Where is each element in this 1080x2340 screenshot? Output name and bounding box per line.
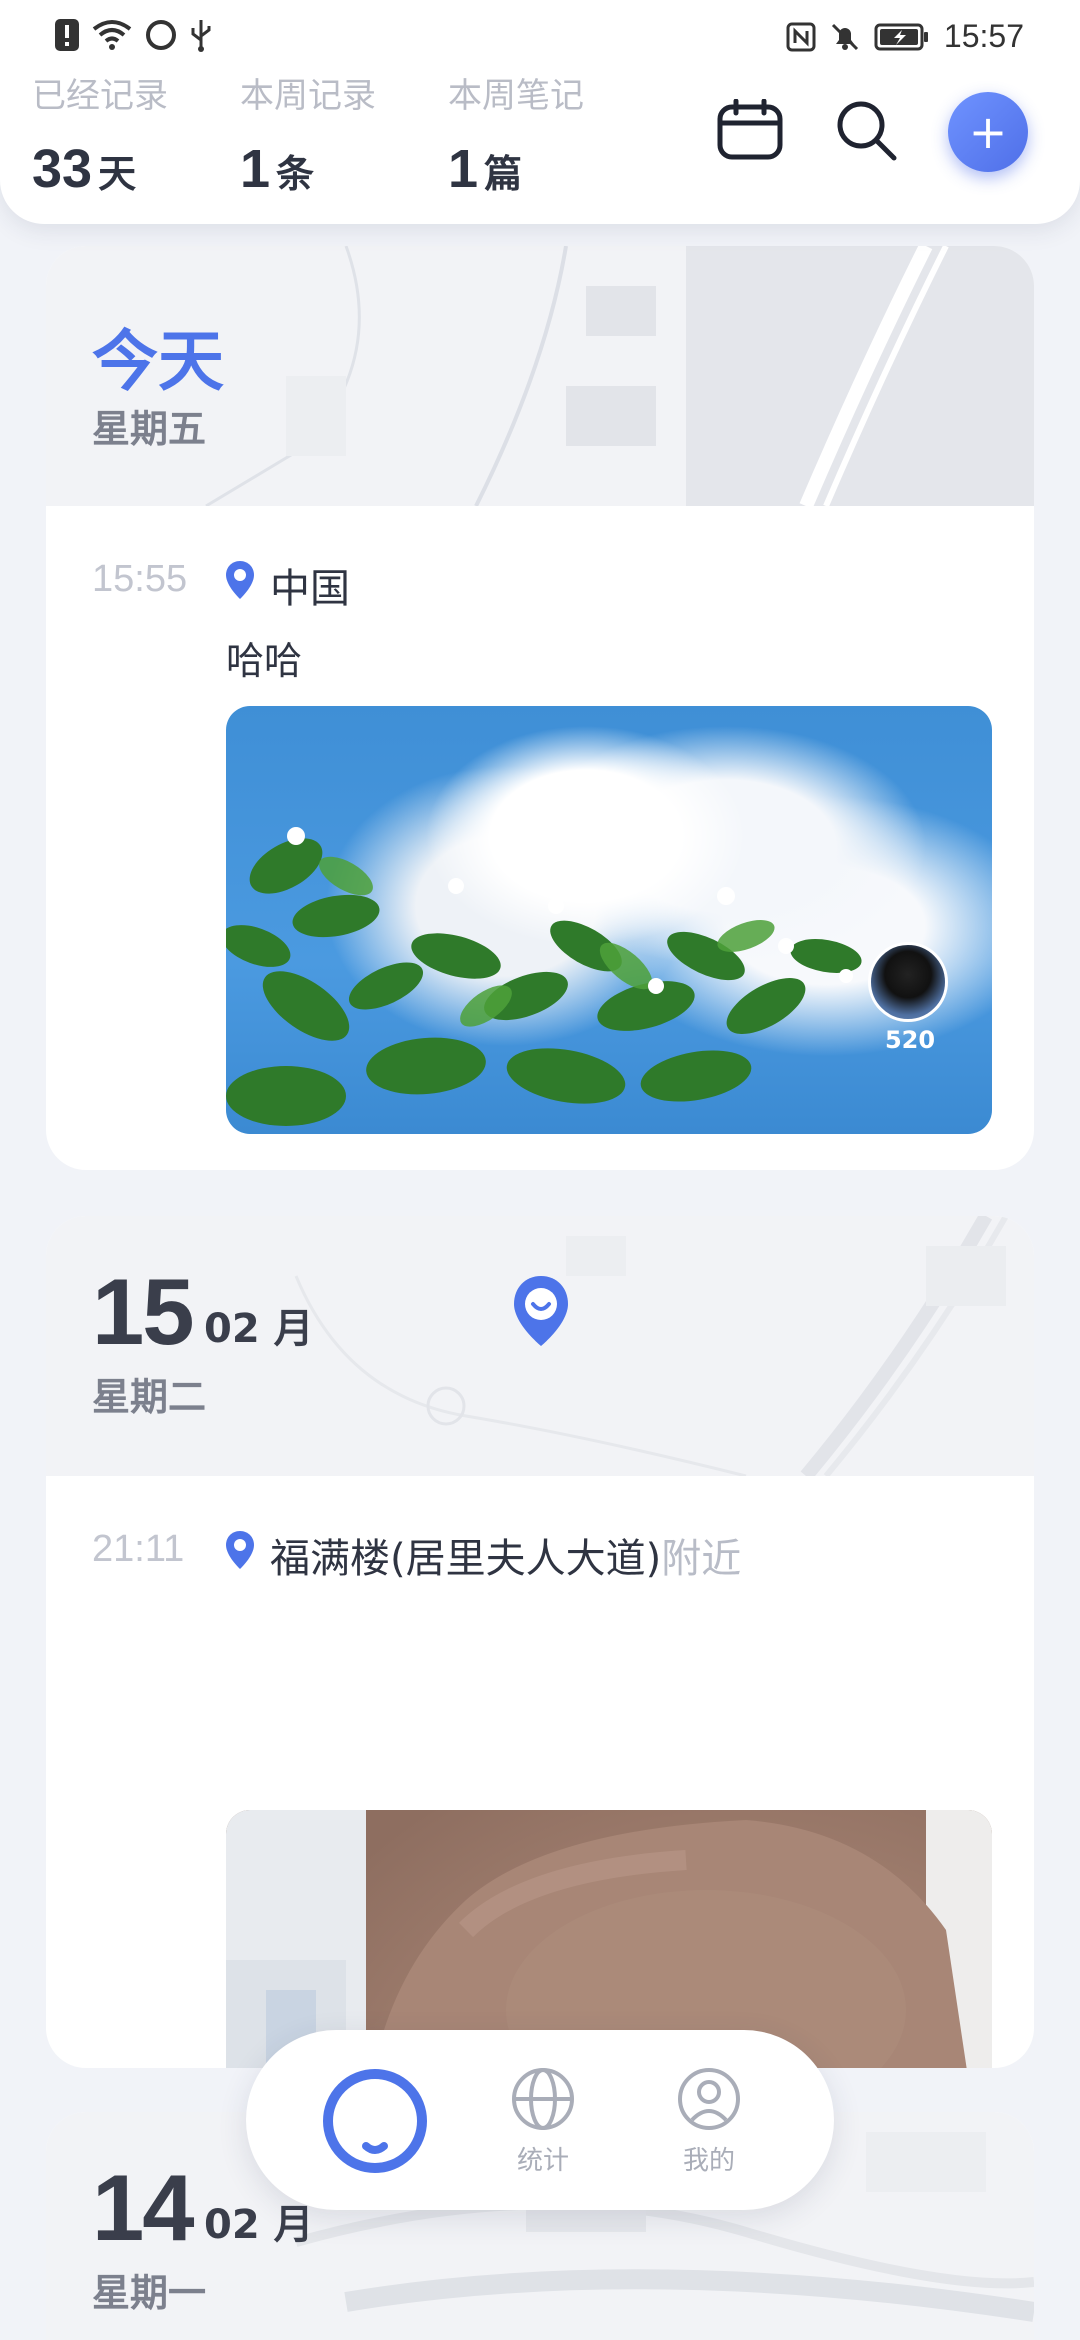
nav-label: 我的 — [682, 2146, 735, 2176]
day-card-today: 今天 星期五 15:55 中国 哈哈 520 — [46, 246, 1034, 1170]
search-icon[interactable] — [834, 98, 898, 166]
avatar — [868, 942, 948, 1022]
calendar-icon[interactable] — [716, 98, 784, 165]
status-time: 15:57 — [943, 18, 1024, 54]
avatar-count: 520 — [884, 1026, 936, 1054]
stat-days[interactable]: 已经记录 33 天 — [32, 72, 240, 200]
date-day: 14 — [92, 2155, 195, 2260]
entry-time: 15:55 — [92, 558, 188, 600]
stat-week-notes[interactable]: 本周笔记 1 篇 — [448, 72, 656, 200]
weekday-label: 星期五 — [92, 407, 207, 451]
stat-value: 1 — [240, 139, 271, 199]
app-header: 15:57 已经记录 33 天 本周记录 1 条 本周笔记 1 篇 + — [0, 0, 1080, 224]
day-card: 15 02 月 星期二 21:11 福满楼(居里夫人大道) 附近 — [46, 1216, 1034, 2068]
stat-value: 33 — [32, 139, 93, 199]
entry-location[interactable]: 中国 — [224, 556, 350, 614]
weekday-label: 星期二 — [92, 1375, 207, 1419]
stat-week-records[interactable]: 本周记录 1 条 — [240, 72, 448, 200]
sync-icon — [144, 18, 178, 52]
usb-icon — [190, 18, 212, 52]
nav-label: 统计 — [516, 2146, 569, 2176]
user-icon — [676, 2068, 742, 2136]
add-button[interactable]: + — [948, 92, 1028, 172]
stat-value: 1 — [448, 139, 479, 199]
stat-label: 本周记录 — [240, 76, 376, 116]
nav-item-stats[interactable]: 统计 — [498, 2066, 588, 2177]
visitor-avatar[interactable]: 520 — [868, 942, 952, 1054]
battery-charging-icon — [874, 22, 930, 52]
location-pin-icon — [224, 1529, 256, 1581]
date-today-label: 今天 — [92, 323, 224, 400]
location-name: 中国 — [270, 566, 350, 612]
nav-home-smile-icon[interactable] — [322, 2068, 428, 2178]
entry-time: 21:11 — [92, 1528, 185, 1570]
stat-unit: 条 — [276, 152, 315, 196]
bottom-nav: 统计 我的 — [246, 2030, 834, 2210]
status-bar: 15:57 — [0, 0, 1080, 72]
stats-row: 已经记录 33 天 本周记录 1 条 本周笔记 1 篇 — [32, 72, 656, 200]
stat-label: 本周笔记 — [448, 76, 584, 116]
location-pin-icon — [224, 559, 256, 611]
stat-label: 已经记录 — [32, 76, 168, 116]
globe-icon — [510, 2068, 576, 2136]
stat-unit: 天 — [98, 152, 137, 196]
location-name: 福满楼(居里夫人大道) — [270, 1536, 662, 1582]
map-location-pin-icon — [510, 1274, 572, 1352]
mute-bell-icon — [830, 22, 860, 52]
nfc-icon — [786, 22, 816, 52]
alert-icon — [54, 18, 80, 52]
weekday-label: 星期一 — [92, 2271, 207, 2315]
nav-item-mine[interactable]: 我的 — [664, 2066, 754, 2177]
entry-location[interactable]: 福满楼(居里夫人大道) 附近 — [224, 1526, 741, 1584]
wifi-icon — [92, 19, 132, 51]
stat-unit: 篇 — [484, 152, 523, 196]
location-suffix: 附近 — [661, 1536, 742, 1582]
add-icon: + — [968, 105, 1008, 159]
date-month: 02 月 — [204, 1306, 314, 1352]
date-day: 15 — [92, 1259, 195, 1364]
entry-text: 哈哈 — [226, 639, 303, 683]
entry-photo[interactable]: 520 — [226, 706, 992, 1134]
